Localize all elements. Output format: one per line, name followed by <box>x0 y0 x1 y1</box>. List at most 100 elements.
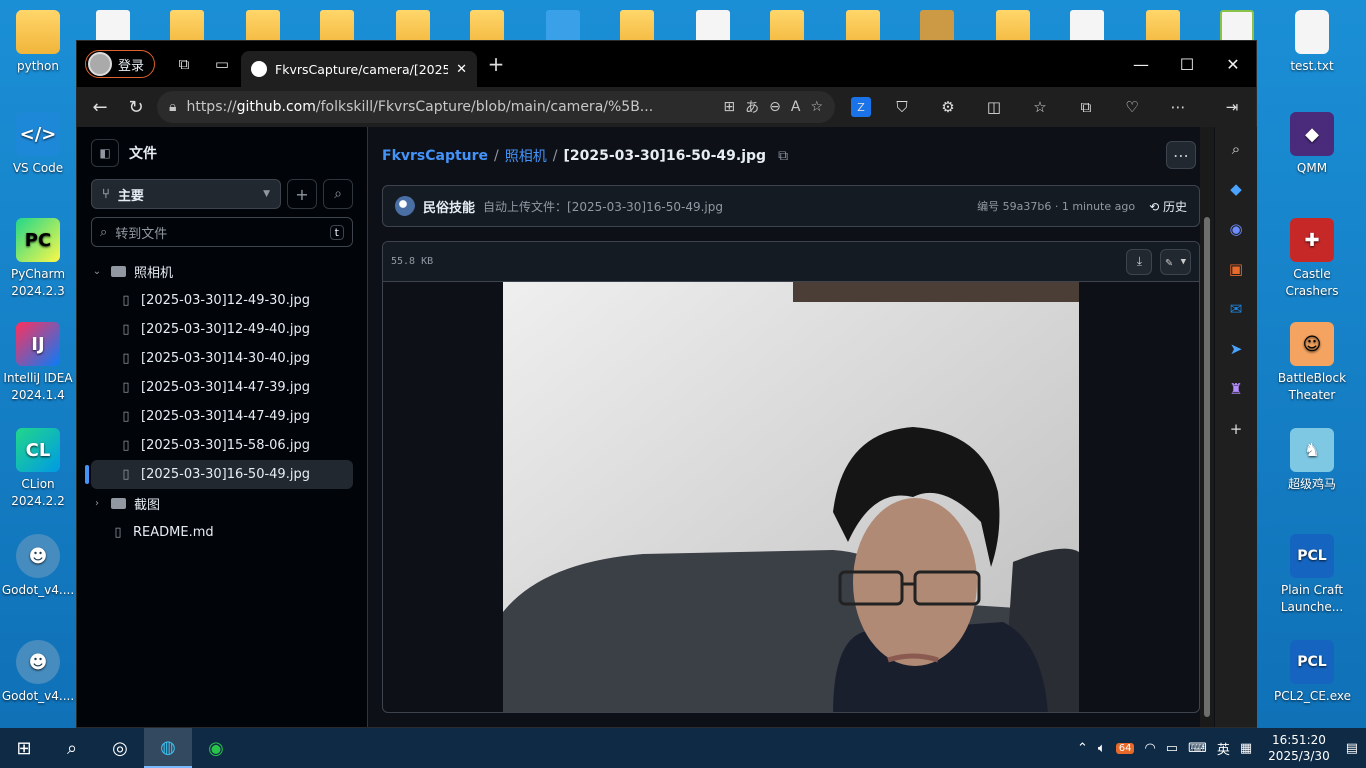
zoom-icon[interactable]: ⊖ <box>769 99 781 115</box>
pcl-icon: PCL <box>1290 640 1334 684</box>
tab-actions-icon[interactable]: ▭ <box>203 48 241 80</box>
scrollbar-thumb[interactable] <box>1204 217 1210 717</box>
wifi-icon[interactable]: ◠ <box>1144 741 1155 756</box>
favorites-icon[interactable]: ☆ <box>1025 92 1055 122</box>
history-button[interactable]: ⟲ 历史 <box>1149 198 1187 215</box>
back-icon[interactable]: ← <box>85 92 115 122</box>
power-icon[interactable]: ▭ <box>1166 741 1178 756</box>
tree-file[interactable]: ▯ [2025-03-30]14-30-40.jpg <box>91 344 353 373</box>
desktop-icon-godot[interactable]: ☻ Godot_v4.... <box>0 534 76 599</box>
toolbox-icon[interactable]: ▣ <box>1222 255 1250 283</box>
refresh-icon[interactable]: ↻ <box>121 92 151 122</box>
desktop-icon-pcl2-ce[interactable]: PCL PCL2_CE.exe <box>1274 640 1351 705</box>
chevron-right-icon[interactable]: › <box>91 498 103 509</box>
tree-file-selected[interactable]: ▯ [2025-03-30]16-50-49.jpg <box>85 460 353 489</box>
desktop-icon-python[interactable]: python <box>0 10 76 75</box>
favorite-star-icon[interactable]: ☆ <box>810 99 823 115</box>
commit-message[interactable]: 自动上传文件：[2025-03-30]16-50-49.jpg <box>483 198 723 215</box>
page-scrollbar[interactable] <box>1200 127 1214 727</box>
collections-icon[interactable]: ⧉ <box>1071 92 1101 122</box>
search-button[interactable]: ⌕ <box>323 179 353 209</box>
ime-indicator[interactable]: 英 <box>1217 739 1230 758</box>
battery-badge[interactable]: 64 <box>1115 742 1135 754</box>
more-options-button[interactable]: ⋯ <box>1166 141 1196 169</box>
tree-file-readme[interactable]: ▯ README.md <box>91 518 353 547</box>
branch-selector[interactable]: ⑂ 主要 ▼ <box>91 179 281 209</box>
wechat-icon[interactable]: ◉ <box>192 728 240 768</box>
breadcrumb-dir[interactable]: 照相机 <box>505 146 547 166</box>
desktop-icon-ultimate-chicken-horse[interactable]: ♞ 超级鸡马 <box>1274 428 1350 493</box>
url-field[interactable]: 🔒︎ https://github.com/folkskill/FkvrsCap… <box>157 91 835 123</box>
tree-file[interactable]: ▯ [2025-03-30]14-47-39.jpg <box>91 373 353 402</box>
outlook-icon[interactable]: ✉ <box>1222 295 1250 323</box>
search-icon[interactable]: ⌕ <box>1222 135 1250 163</box>
read-aloud-icon[interactable]: A <box>791 99 801 115</box>
tree-file[interactable]: ▯ [2025-03-30]12-49-40.jpg <box>91 315 353 344</box>
desktop-icon-vscode[interactable]: </> VS Code <box>0 112 76 177</box>
tree-file[interactable]: ▯ [2025-03-30]14-47-49.jpg <box>91 402 353 431</box>
split-screen-icon[interactable]: ◫ <box>979 92 1009 122</box>
desktop-icon-qmm[interactable]: ◆ QMM <box>1274 112 1350 177</box>
new-tab-icon[interactable]: + <box>477 48 515 80</box>
desktop-icon-clion[interactable]: CL CLion 2024.2.2 <box>0 428 76 510</box>
desktop-icon-test-txt[interactable]: test.txt <box>1274 10 1350 75</box>
edge-icon[interactable]: ◍ <box>144 728 192 768</box>
goto-file-input[interactable]: ⌕ 转到文件 t <box>91 217 353 247</box>
edge-sidebar: ⌕ ◆ ◉ ▣ ✉ ➤ ♜ + <box>1215 127 1257 727</box>
start-button[interactable]: ⊞ <box>0 728 48 768</box>
github-icon <box>251 61 268 77</box>
desktop-icon-castle-crashers[interactable]: ✚ Castle Crashers <box>1274 218 1350 300</box>
tree-folder-screenshots[interactable]: › 截图 <box>91 489 353 518</box>
desktop-icon-battleblock[interactable]: ☺ BattleBlock Theater <box>1274 322 1350 404</box>
translate-icon[interactable]: あ <box>745 97 759 117</box>
send-icon[interactable]: ➤ <box>1222 335 1250 363</box>
collapse-sidebar-icon[interactable]: ◧ <box>91 139 119 167</box>
desktop-icon-godot-console[interactable]: ☻ Godot_v4.... <box>0 640 76 705</box>
ime-grid-icon[interactable]: ▦ <box>1240 741 1252 756</box>
tree-folder-camera[interactable]: ⌄ 照相机 <box>91 257 353 286</box>
download-button[interactable]: ⤓ <box>1126 248 1153 275</box>
games-icon[interactable]: ♜ <box>1222 375 1250 403</box>
login-button[interactable]: 登录 <box>85 50 156 78</box>
desktop-icon-pycharm[interactable]: PC PyCharm 2024.2.3 <box>0 218 76 300</box>
add-file-button[interactable]: + <box>287 179 317 209</box>
avatar <box>88 52 112 76</box>
search-icon[interactable]: ⌕ <box>48 728 96 768</box>
shield-extension-icon[interactable]: ⛉ <box>887 92 917 122</box>
desktop-icon-pcl[interactable]: PCL Plain Craft Launche... <box>1274 534 1350 616</box>
add-icon[interactable]: + <box>1222 415 1250 443</box>
extensions-icon[interactable]: ⚙ <box>933 92 963 122</box>
close-tab-icon[interactable]: ✕ <box>456 62 467 77</box>
volume-icon[interactable]: 🔈︎ <box>1098 741 1106 756</box>
chevron-up-icon[interactable]: ⌃ <box>1077 741 1088 756</box>
maximize-icon[interactable]: ☐ <box>1164 41 1210 87</box>
desktop-icon-intellij[interactable]: IJ IntelliJ IDEA 2024.1.4 <box>0 322 76 404</box>
qmm-icon: ◆ <box>1290 112 1334 156</box>
close-window-icon[interactable]: ✕ <box>1210 41 1256 87</box>
copy-path-icon[interactable]: ⧉ <box>778 148 788 164</box>
tree-file[interactable]: ▯ [2025-03-30]15-58-06.jpg <box>91 431 353 460</box>
settings-more-icon[interactable]: ⋯ <box>1163 92 1193 122</box>
edit-button[interactable]: ✎ ▼ <box>1160 248 1191 275</box>
keyboard-icon[interactable]: ⌨ <box>1188 741 1207 756</box>
tree-file[interactable]: ▯ [2025-03-30]12-49-30.jpg <box>91 286 353 315</box>
chevron-down-icon[interactable]: ▼ <box>1181 257 1186 267</box>
extension-z-icon[interactable]: Z <box>851 97 871 117</box>
avatar[interactable] <box>395 196 415 216</box>
clock[interactable]: 16:51:20 2025/3/30 <box>1262 732 1336 764</box>
tag-icon[interactable]: ◆ <box>1222 175 1250 203</box>
battleblock-icon: ☺ <box>1290 322 1334 366</box>
chevron-down-icon[interactable]: ⌄ <box>91 266 103 277</box>
copilot-icon[interactable]: ◉ <box>1222 215 1250 243</box>
minimize-icon[interactable]: — <box>1118 41 1164 87</box>
steam-icon[interactable]: ◎ <box>96 728 144 768</box>
breadcrumb-repo[interactable]: FkvrsCapture <box>382 148 488 164</box>
commit-hash[interactable]: 编号 59a37b6 · 1 minute ago <box>977 198 1135 214</box>
commit-author[interactable]: 民俗技能 <box>423 197 475 216</box>
app-available-icon[interactable]: ⊞ <box>723 99 735 115</box>
notifications-icon[interactable]: ▤ <box>1346 741 1358 756</box>
workspaces-icon[interactable]: ⧉ <box>165 48 203 80</box>
performance-icon[interactable]: ♡ <box>1117 92 1147 122</box>
sidebar-toggle-icon[interactable]: ⇥ <box>1217 92 1247 122</box>
tab-active[interactable]: FkvrsCapture/camera/[2025-03-3 ✕ <box>241 51 478 87</box>
